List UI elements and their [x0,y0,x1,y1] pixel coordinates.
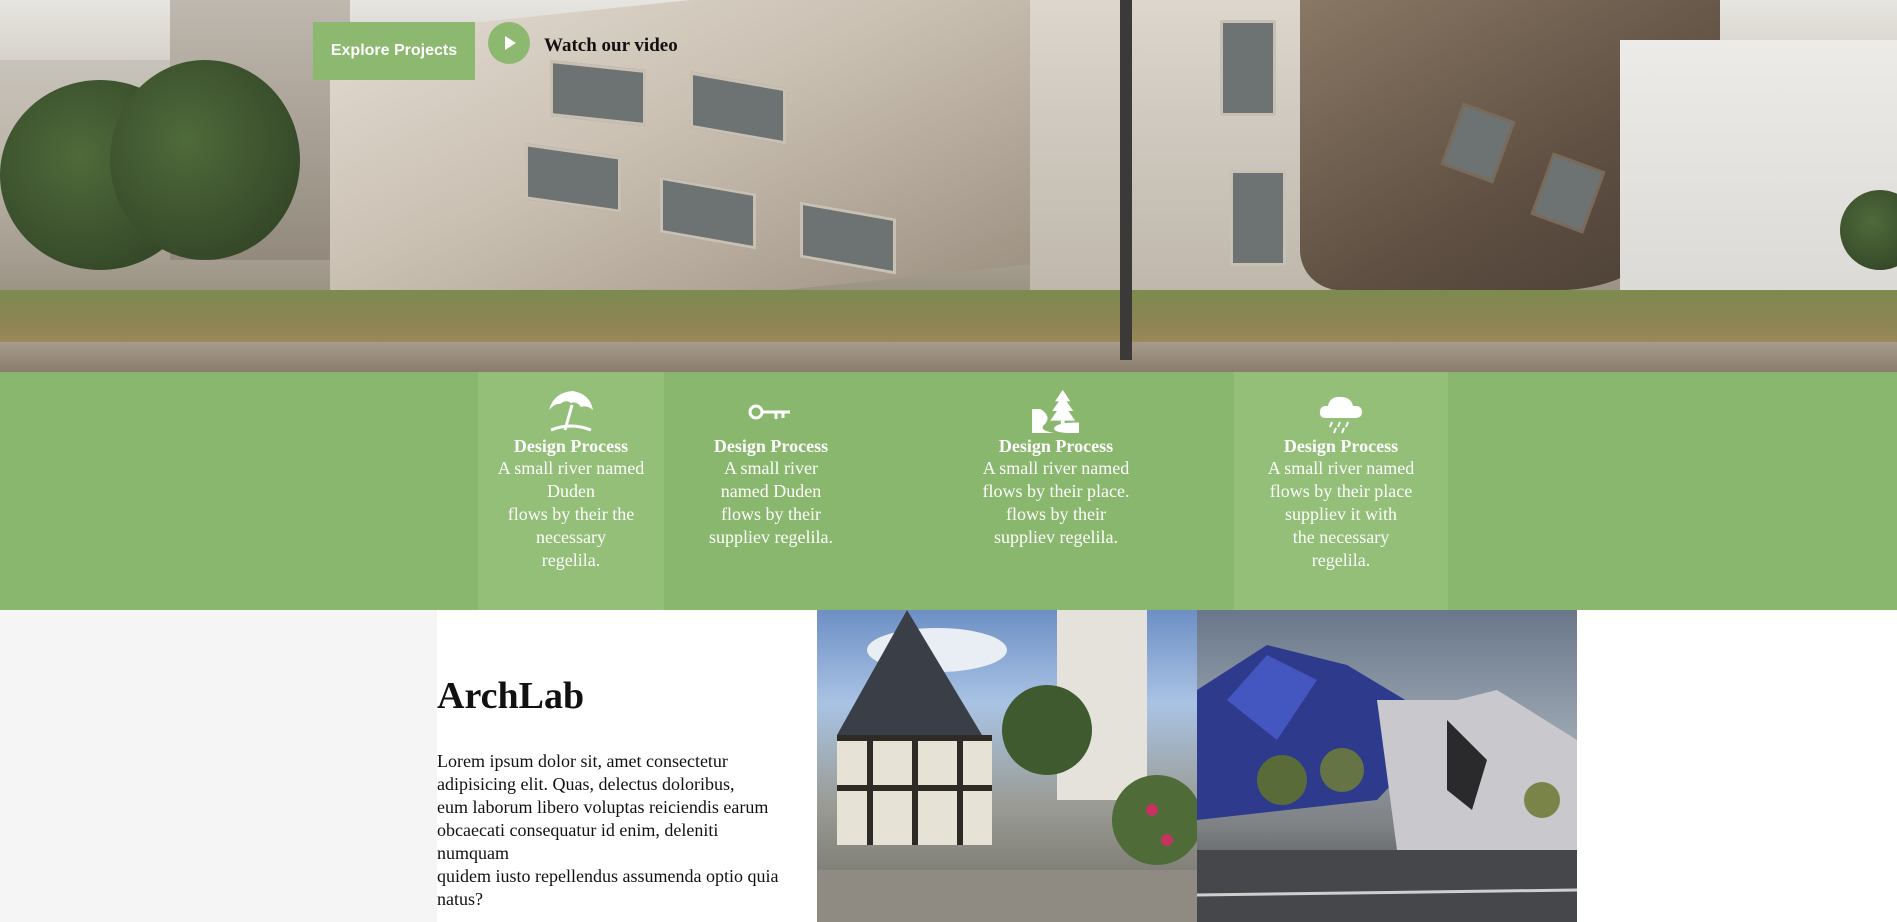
project-image [1197,610,1577,922]
service-title: Design Process [998,436,1114,456]
play-icon [505,36,516,50]
service-text: A small river named [982,458,1130,478]
service-text: flows by their [721,504,821,524]
building-window [550,59,646,127]
about-text-line: natus? [437,889,483,909]
service-text: A small river [724,458,818,478]
about-text-line: obcaecati consequatur id enim, deleniti [437,820,719,840]
about-text: Lorem ipsum dolor sit, amet consectetur … [437,750,817,911]
road [0,342,1897,372]
service-item: Design Process A small river named flows… [878,372,1234,610]
hero-building [1620,40,1897,320]
umbrella-icon [549,391,593,432]
lamp-pole [1120,0,1132,360]
landscape-icon [1032,389,1079,434]
key-icon [748,404,790,420]
play-video-button[interactable] [488,22,530,64]
hero-banner [0,0,1897,372]
about-title: ArchLab [437,675,585,717]
about-text-line: eum laborum libero voluptas reiciendis e… [437,797,769,817]
page-background [0,610,437,922]
service-text: suppliev regelila. [709,527,833,547]
service-text: A small river named [497,458,645,478]
building-window [1230,170,1286,266]
watch-video-link[interactable]: Watch our video [544,35,678,57]
service-text: the necessary [1292,527,1390,547]
service-item: Design Process A small river named Duden… [478,372,664,610]
about-section: ArchLab Lorem ipsum dolor sit, amet cons… [437,610,817,922]
service-item: Design Process A small river named Duden… [664,372,878,610]
explore-projects-button[interactable]: Explore Projects [313,22,475,80]
service-text: A small river named [1267,458,1415,478]
service-text: named Duden [720,481,822,501]
service-text: flows by their place. [982,481,1130,501]
service-text: suppliev it with [1285,504,1397,524]
service-text: flows by their [1006,504,1106,524]
service-text: necessary [536,527,606,547]
page-background [1577,610,1897,922]
grass [0,290,1897,350]
service-text: Duden [547,481,595,501]
project-image [817,610,1197,922]
about-text-line: numquam [437,843,509,863]
service-text: suppliev regelila. [994,527,1118,547]
service-title: Design Process [713,436,829,456]
about-text-line: Lorem ipsum dolor sit, amet consectetur [437,751,728,771]
tree [110,60,300,260]
about-text-line: quidem iusto repellendus assumenda optio… [437,866,779,886]
hero-building [1030,0,1330,320]
cloud-rain-icon [1319,396,1362,434]
service-text: regelila. [541,550,601,570]
service-text: regelila. [1311,550,1371,570]
service-text: flows by their place [1269,481,1413,501]
services-band: Design Process A small river named Duden… [0,372,1897,610]
about-text-line: adipisicing elit. Quas, delectus dolorib… [437,774,735,794]
service-title: Design Process [1283,436,1399,456]
service-text: flows by their the [507,504,635,524]
service-item: Design Process A small river named flows… [1234,372,1448,610]
building-window [1220,20,1276,116]
service-title: Design Process [513,436,629,456]
